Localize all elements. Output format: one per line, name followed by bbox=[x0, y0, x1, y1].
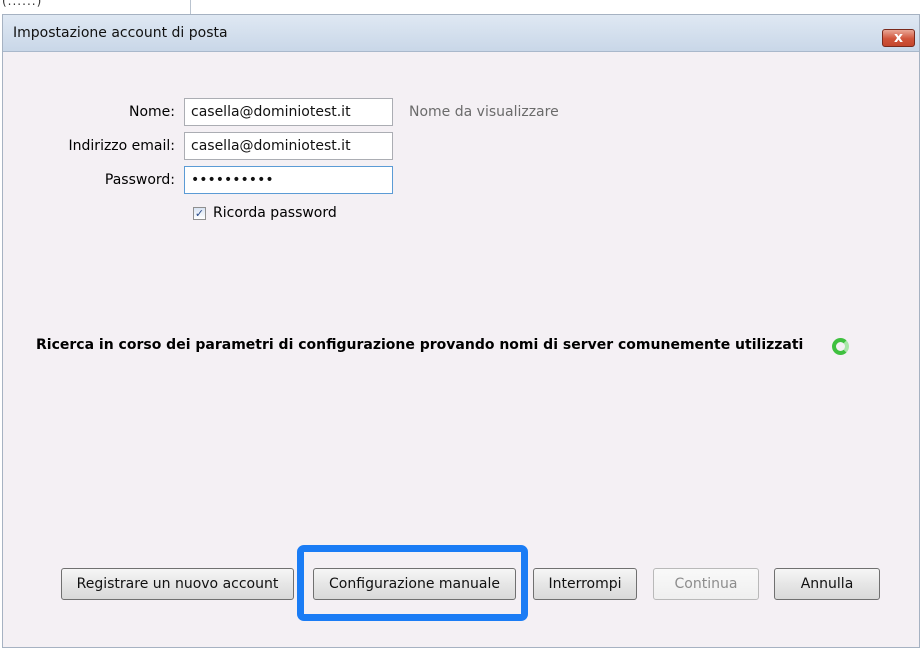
stop-button[interactable]: Interrompi bbox=[533, 568, 637, 600]
close-icon: x bbox=[893, 30, 904, 46]
remember-password-label: Ricorda password bbox=[213, 205, 337, 221]
cancel-button[interactable]: Annulla bbox=[774, 568, 880, 600]
name-input[interactable]: casella@dominiotest.it bbox=[184, 98, 393, 126]
background-window-fragment: (......) bbox=[0, 0, 191, 14]
name-label: Nome: bbox=[128, 104, 175, 120]
close-button[interactable]: x bbox=[882, 29, 915, 47]
password-label: Password: bbox=[104, 172, 175, 188]
window-title: Impostazione account di posta bbox=[13, 25, 228, 41]
background-fragment-text: (......) bbox=[2, 0, 43, 8]
remember-password-checkbox[interactable]: ✓ bbox=[193, 207, 206, 220]
email-label: Indirizzo email: bbox=[68, 138, 175, 154]
email-input[interactable]: casella@dominiotest.it bbox=[184, 132, 393, 160]
title-bar: Impostazione account di posta x bbox=[3, 15, 919, 52]
loading-spinner-icon bbox=[832, 338, 849, 355]
password-input[interactable]: •••••••••• bbox=[184, 166, 393, 194]
checkmark-icon: ✓ bbox=[194, 207, 205, 220]
manual-configuration-button[interactable]: Configurazione manuale bbox=[313, 568, 516, 600]
continue-button[interactable]: Continua bbox=[653, 568, 759, 600]
register-account-button[interactable]: Registrare un nuovo account bbox=[61, 568, 294, 600]
status-message: Ricerca in corso dei parametri di config… bbox=[36, 337, 804, 353]
name-hint: Nome da visualizzare bbox=[409, 104, 559, 120]
